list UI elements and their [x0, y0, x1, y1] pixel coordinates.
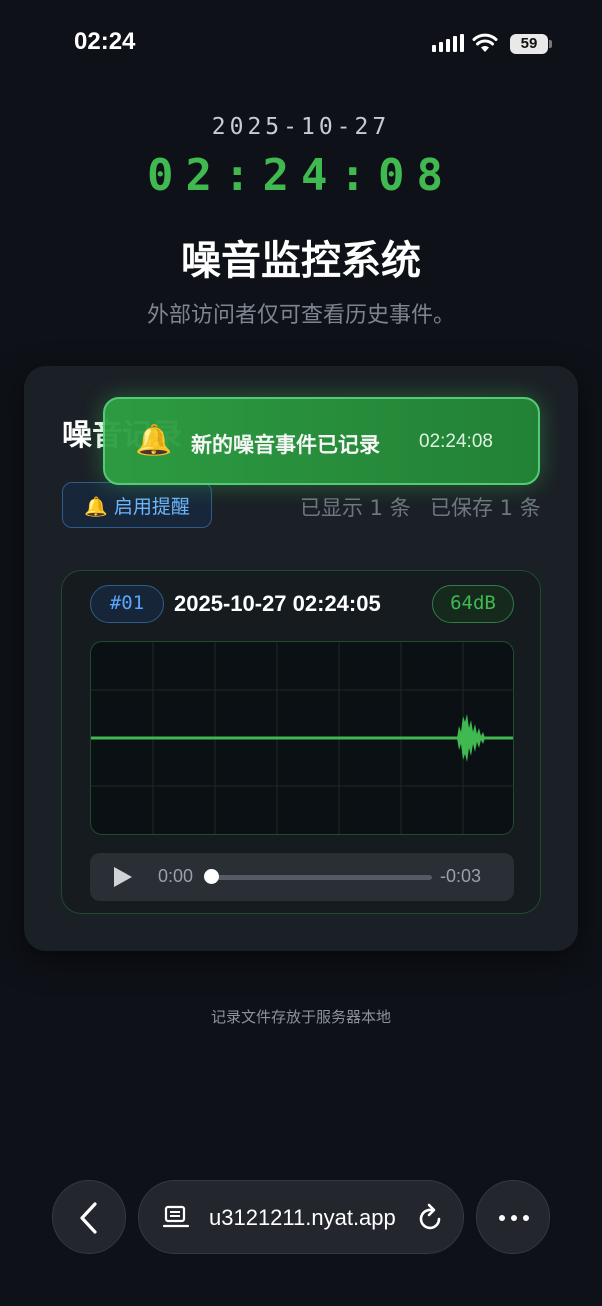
- page-icon: [163, 1205, 189, 1228]
- current-date: 2025-10-27: [211, 114, 391, 140]
- enable-reminder-button[interactable]: 🔔 启用提醒: [62, 482, 212, 528]
- battery-tip: [549, 40, 552, 48]
- page-subtitle: 外部访问者仅可查看历史事件。: [146, 303, 455, 328]
- current-time: 0:00: [158, 866, 194, 886]
- event-id-badge: #01: [90, 585, 164, 623]
- signal-icon: [432, 34, 464, 52]
- chevron-left-icon: [80, 1202, 97, 1234]
- back-button[interactable]: [52, 1180, 126, 1254]
- footer-note: 记录文件存放于服务器本地: [210, 1008, 391, 1026]
- wifi-icon: [472, 33, 498, 52]
- page-title: 噪音监控系统: [181, 238, 421, 284]
- shown-count: 已显示 1 条: [300, 496, 411, 520]
- battery-indicator: 59: [510, 34, 548, 54]
- status-bar: 02:24 59: [0, 0, 602, 90]
- waveform-graphic: [91, 642, 513, 834]
- remaining-time: -0:03: [440, 866, 482, 886]
- new-event-toast[interactable]: 🔔 新的噪音事件已记录 02:24:08: [103, 397, 540, 485]
- reload-icon[interactable]: [417, 1203, 445, 1233]
- more-dot: [511, 1215, 517, 1221]
- more-dot: [523, 1215, 529, 1221]
- event-timestamp: 2025-10-27 02:24:05: [174, 591, 381, 616]
- seek-knob[interactable]: [204, 869, 219, 884]
- seek-track[interactable]: [206, 875, 432, 880]
- more-dot: [499, 1215, 505, 1221]
- remind-label: 🔔 启用提醒: [84, 495, 190, 518]
- more-button[interactable]: [476, 1180, 550, 1254]
- audio-player: 0:00 -0:03: [90, 853, 514, 901]
- event-level-badge: 64dB: [432, 585, 514, 623]
- status-time: 02:24: [74, 28, 136, 55]
- url-text: u3121211.nyat.app: [209, 1205, 396, 1230]
- toast-time: 02:24:08: [419, 431, 493, 452]
- bell-icon: 🔔: [135, 423, 173, 458]
- play-icon[interactable]: [114, 867, 132, 887]
- digital-clock: 02:24:08: [147, 150, 455, 201]
- waveform-display: [90, 641, 514, 835]
- toast-message: 新的噪音事件已记录: [191, 433, 380, 457]
- address-bar[interactable]: u3121211.nyat.app: [138, 1180, 464, 1254]
- event-card: #01 2025-10-27 02:24:05 64dB 0:00 -0:03: [61, 570, 541, 914]
- saved-count: 已保存 1 条: [430, 496, 541, 520]
